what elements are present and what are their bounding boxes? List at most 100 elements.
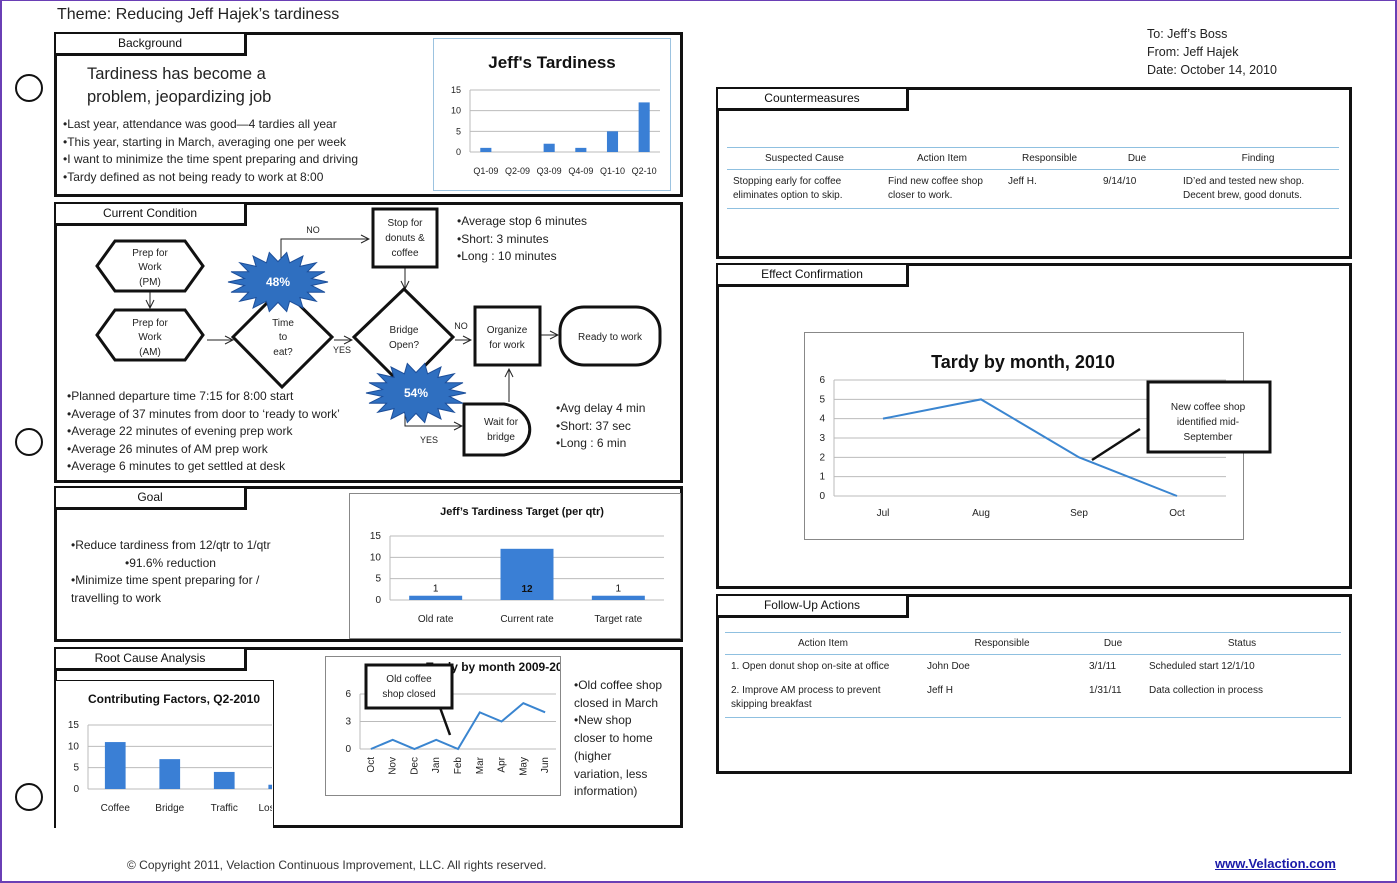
callout-box (364, 663, 454, 710)
callout-text: identified mid- (1177, 417, 1239, 428)
bar (159, 759, 181, 789)
callout-text: New coffee shop (1171, 402, 1246, 413)
x-tick-label: May (518, 757, 529, 776)
y-tick-label: 5 (375, 574, 381, 585)
x-tick-label: Coffee (101, 803, 131, 814)
time-to-eat-line: to (279, 332, 288, 343)
background-headline: Tardiness has become a problem, jeopardi… (87, 65, 272, 106)
no-label: NO (454, 321, 468, 331)
prep-pm-line: (PM) (139, 277, 161, 288)
goal-tab: Goal (56, 488, 247, 510)
monthly-2010-chart-svg: Tardy by month, 2010 0 1 2 3 4 5 6 Jul Aug Sep Oct N… (819, 352, 1272, 519)
target-chart: Jeff’s Tardiness Target (per qtr) 0 5 10 15 1… (349, 493, 681, 639)
table-cell: 9/14/10 (1097, 169, 1177, 209)
table-cell: 1/31/11 (1083, 679, 1143, 718)
bar (638, 102, 650, 152)
countermeasures-table: Suspected Cause Action Item Responsible … (727, 147, 1339, 209)
no-label: NO (306, 225, 320, 235)
prep-pm-line: Prep for (132, 248, 168, 259)
x-tick-label: Q2-10 (632, 166, 657, 176)
y-tick-label: 1 (819, 472, 825, 483)
y-tick-label: 5 (73, 763, 79, 774)
wait-bridge-line: bridge (487, 432, 515, 443)
data-label: 1 (616, 584, 622, 595)
y-tick-label: 10 (451, 106, 461, 116)
follow-up-table: Action Item Responsible Due Status 1. Op… (725, 632, 1341, 718)
stop-stats: •Average stop 6 minutes •Short: 3 minute… (457, 214, 588, 263)
x-tick-label: Mar (475, 756, 486, 774)
wait-bridge-line: Wait for (484, 417, 519, 428)
column-header: Responsible (921, 632, 1083, 655)
target-chart-svg: Jeff’s Tardiness Target (per qtr) 0 5 10 15 1… (370, 506, 664, 625)
y-tick-label: 10 (370, 552, 382, 563)
table-cell: Scheduled start 12/1/10 (1149, 661, 1255, 672)
chart-title: Jeff's Tardiness (488, 53, 616, 72)
effect-confirmation-panel: Effect Confirmation Tardy by month, 2010… (716, 263, 1352, 589)
time-to-eat-line: eat? (273, 347, 293, 358)
x-tick-label: Apr (497, 756, 508, 772)
x-tick-label: Q1-09 (473, 166, 498, 176)
x-tick-label: Old rate (418, 614, 454, 625)
x-tick-label: Bridge (155, 803, 184, 814)
background-panel: Background Tardiness has become a proble… (54, 32, 683, 197)
binder-hole-icon (15, 783, 43, 811)
table-cell: Stopping early for coffee eliminates opt… (727, 169, 882, 209)
wait-bridge-node (462, 402, 532, 457)
effect-confirmation-tab: Effect Confirmation (718, 265, 909, 287)
column-header: Status (1143, 632, 1341, 655)
series-line (882, 398, 1178, 497)
x-tick-label: Feb (453, 757, 464, 775)
callout-text: Old coffee (386, 674, 432, 685)
prep-am-line: Prep for (132, 318, 168, 329)
current-condition-panel: Current Condition 48% 54% Prep for Work … (54, 202, 683, 483)
bar (409, 595, 463, 600)
y-tick-label: 6 (345, 689, 351, 700)
callout-text: September (1184, 432, 1234, 443)
condition-bullets: •Planned departure time 7:15 for 8:00 st… (67, 389, 340, 473)
bar (575, 147, 587, 152)
memo-date: Date: October 14, 2010 (1147, 63, 1277, 77)
column-header: Suspected Cause (727, 147, 882, 170)
y-tick-label: 15 (68, 720, 80, 731)
bar (606, 131, 619, 152)
column-header: Due (1097, 147, 1177, 170)
root-cause-panel: Root Cause Analysis Contributing Factors… (54, 647, 683, 828)
x-tick-label: Jul (877, 508, 890, 519)
memo-to: To: Jeff’s Boss (1147, 27, 1228, 41)
table-row: 2. Improve AM process to prevent skippin… (725, 679, 1341, 718)
table-cell: ID’ed and tested new shop. Decent brew, … (1177, 169, 1339, 209)
y-tick-label: 6 (819, 375, 825, 386)
velaction-link[interactable]: www.Velaction.com (1215, 856, 1336, 871)
bridge-open-line: Bridge (390, 325, 419, 336)
column-header: Responsible (1002, 147, 1097, 170)
yes-label: YES (420, 435, 438, 445)
root-cause-tab: Root Cause Analysis (56, 649, 247, 671)
monthly-0910-chart-svg: Tardy by month 2009-2010036OctNovDecJanF… (345, 660, 576, 776)
prep-pm-line: Work (138, 262, 162, 273)
y-tick-label: 3 (345, 717, 351, 728)
tardiness-chart-svg: Jeff's Tardiness 0 5 10 15 Q1-09 Q2-09 Q3-09 Q4-… (451, 53, 660, 176)
x-tick-label: Traffic (211, 803, 238, 814)
x-tick-label: Nov (388, 757, 399, 775)
factors-chart-svg: Contributing Factors, Q2-2010 0 5 10 15 Coffe… (68, 692, 306, 814)
table-cell: Data collection in process (1143, 679, 1341, 718)
y-tick-label: 0 (456, 147, 461, 157)
factors-chart: Contributing Factors, Q2-2010 0 5 10 15 Coffe… (56, 680, 306, 828)
column-header: Action Item (882, 147, 1002, 170)
y-tick-label: 15 (370, 531, 382, 542)
bar (213, 771, 235, 789)
x-tick-label: Jan (431, 757, 442, 773)
stop-donuts-line: Stop for (387, 218, 423, 229)
y-tick-label: 0 (73, 784, 79, 795)
series-line (370, 702, 546, 751)
table-cell: Jeff H (921, 679, 1083, 718)
y-tick-label: 4 (819, 414, 825, 425)
callout-pointer (1091, 427, 1141, 462)
bridge-open-line: Open? (389, 340, 419, 351)
data-label: 1 (433, 584, 439, 595)
chart-title: Contributing Factors, Q2-2010 (88, 692, 260, 706)
prep-am-line: Work (138, 332, 162, 343)
table-cell: 1. Open donut shop on-site at office (731, 661, 890, 672)
x-tick-label: Sep (1070, 508, 1088, 519)
x-tick-label: Q3-09 (537, 166, 562, 176)
